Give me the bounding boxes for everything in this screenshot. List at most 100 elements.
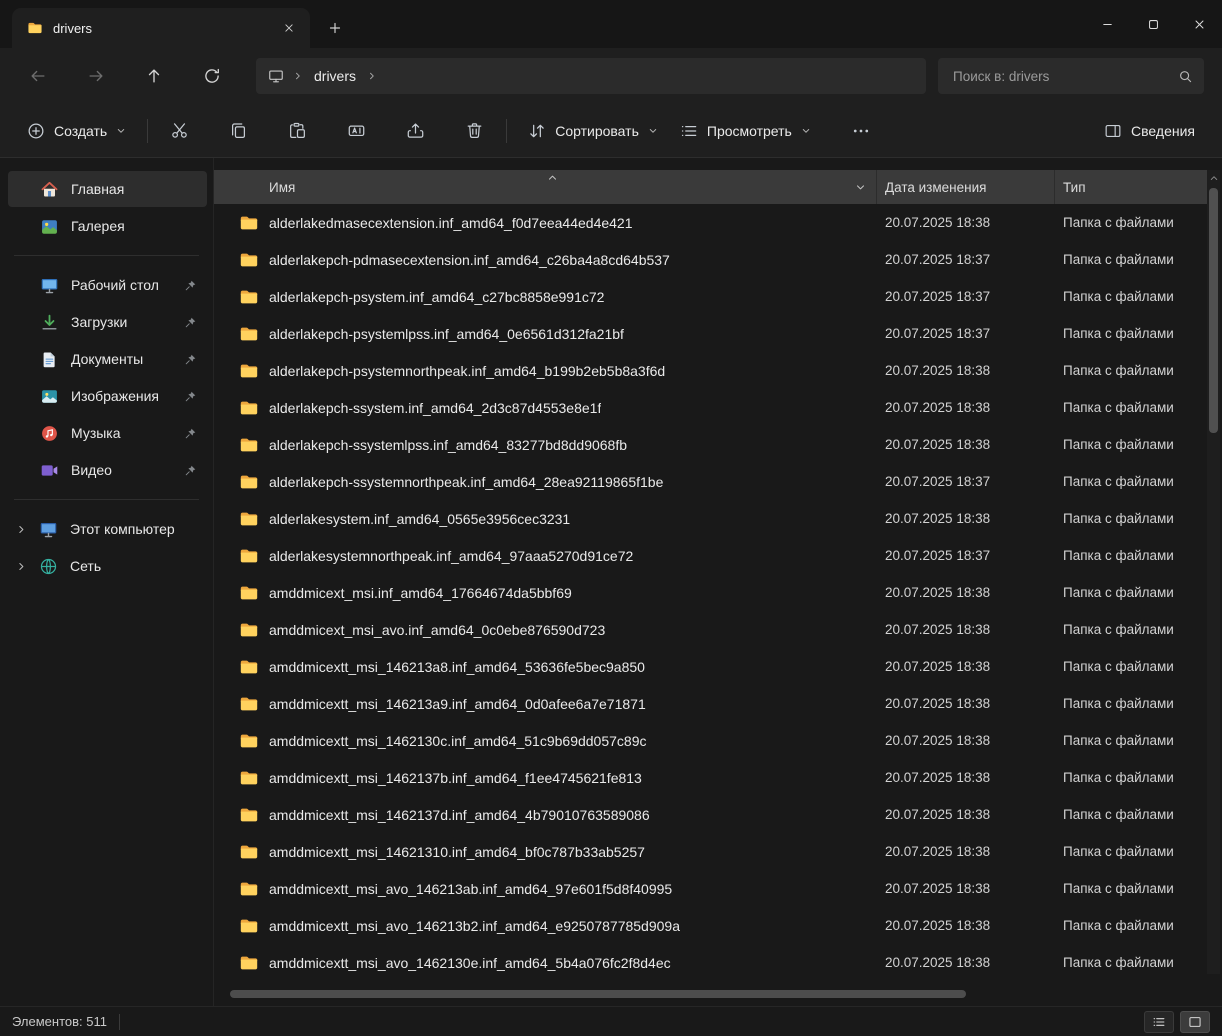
file-row[interactable]: alderlakesystemnorthpeak.inf_amd64_97aaa…: [214, 537, 1222, 574]
folder-icon: [239, 731, 259, 751]
paste-icon: [288, 121, 307, 140]
column-header-date[interactable]: Дата изменения: [877, 170, 1055, 204]
file-row[interactable]: amddmicext_msi.inf_amd64_17664674da5bbf6…: [214, 574, 1222, 611]
file-row[interactable]: alderlakepch-pdmasecextension.inf_amd64_…: [214, 241, 1222, 278]
chevron-right-icon[interactable]: [16, 524, 27, 535]
titlebar: drivers: [0, 0, 1222, 48]
close-button[interactable]: [1176, 0, 1222, 48]
breadcrumb-item-drivers[interactable]: drivers: [312, 66, 358, 86]
file-row[interactable]: amddmicextt_msi_146213a9.inf_amd64_0d0af…: [214, 685, 1222, 722]
vertical-scrollbar[interactable]: [1207, 170, 1220, 974]
file-row[interactable]: amddmicextt_msi_avo_1462130e.inf_amd64_5…: [214, 944, 1222, 981]
details-view-button[interactable]: [1144, 1010, 1174, 1033]
chevron-right-icon[interactable]: [16, 561, 27, 572]
video-icon: [40, 461, 59, 480]
sort-button[interactable]: Сортировать: [517, 113, 669, 149]
file-date: 20.07.2025 18:38: [885, 400, 991, 415]
horizontal-scrollbar[interactable]: [230, 990, 1086, 998]
file-row[interactable]: amddmicextt_msi_avo_146213b2.inf_amd64_e…: [214, 907, 1222, 944]
breadcrumb[interactable]: drivers: [256, 58, 926, 94]
minimize-button[interactable]: [1084, 0, 1130, 48]
sidebar-item-desktop[interactable]: Рабочий стол: [8, 267, 207, 303]
search-box[interactable]: [938, 58, 1204, 94]
large-icons-view-button[interactable]: [1180, 1010, 1210, 1033]
this-pc-icon: [39, 520, 58, 539]
scroll-up-arrow-icon[interactable]: [1209, 173, 1219, 183]
chevron-right-icon[interactable]: [293, 71, 303, 81]
tab-drivers[interactable]: drivers: [12, 8, 310, 48]
column-label-date: Дата изменения: [885, 179, 987, 195]
tab-title: drivers: [53, 20, 93, 36]
search-icon[interactable]: [1178, 69, 1193, 84]
file-row[interactable]: alderlakepch-ssystem.inf_amd64_2d3c87d45…: [214, 389, 1222, 426]
file-row[interactable]: amddmicextt_msi_14621310.inf_amd64_bf0c7…: [214, 833, 1222, 870]
file-row[interactable]: alderlakepch-ssystemnorthpeak.inf_amd64_…: [214, 463, 1222, 500]
up-icon: [145, 67, 163, 85]
column-label-type: Тип: [1063, 179, 1086, 195]
more-options-button[interactable]: [840, 113, 882, 149]
refresh-button[interactable]: [194, 58, 230, 94]
column-header-name[interactable]: Имя: [214, 170, 877, 204]
new-tab-button[interactable]: [320, 13, 350, 43]
rename-button[interactable]: [335, 113, 378, 149]
file-row[interactable]: amddmicextt_msi_avo_146213ab.inf_amd64_9…: [214, 870, 1222, 907]
file-row[interactable]: amddmicext_msi_avo.inf_amd64_0c0ebe87659…: [214, 611, 1222, 648]
file-date: 20.07.2025 18:38: [885, 733, 991, 748]
maximize-button[interactable]: [1130, 0, 1176, 48]
cut-button[interactable]: [158, 113, 201, 149]
paste-button[interactable]: [276, 113, 319, 149]
forward-button[interactable]: [78, 58, 114, 94]
toolbar-separator: [506, 118, 508, 143]
sidebar-item-videos[interactable]: Видео: [8, 452, 207, 488]
file-type: Папка с файлами: [1063, 548, 1174, 563]
file-type: Папка с файлами: [1063, 696, 1174, 711]
sidebar-item-label: Документы: [71, 351, 144, 367]
share-button[interactable]: [394, 113, 437, 149]
sidebar-item-music[interactable]: Музыка: [8, 415, 207, 451]
sidebar-item-network[interactable]: Сеть: [8, 548, 207, 584]
file-row[interactable]: amddmicextt_msi_1462137d.inf_amd64_4b790…: [214, 796, 1222, 833]
file-row[interactable]: alderlakepch-psystemnorthpeak.inf_amd64_…: [214, 352, 1222, 389]
sort-icon: [528, 122, 546, 140]
file-row[interactable]: amddmicextt_msi_146213a8.inf_amd64_53636…: [214, 648, 1222, 685]
copy-button[interactable]: [217, 113, 260, 149]
file-row[interactable]: amddmicextt_msi_1462130c.inf_amd64_51c9b…: [214, 722, 1222, 759]
sidebar-item-this-pc[interactable]: Этот компьютер: [8, 511, 207, 547]
file-name: alderlakesystem.inf_amd64_0565e3956cec32…: [269, 510, 571, 527]
file-row[interactable]: alderlakepch-psystem.inf_amd64_c27bc8858…: [214, 278, 1222, 315]
delete-button[interactable]: [453, 113, 496, 149]
file-type: Папка с файлами: [1063, 622, 1174, 637]
column-header-type[interactable]: Тип: [1055, 170, 1207, 204]
tab-close-button[interactable]: [276, 15, 302, 41]
file-date: 20.07.2025 18:38: [885, 215, 991, 230]
details-pane-button[interactable]: Сведения: [1093, 113, 1206, 149]
folder-icon: [239, 361, 259, 381]
sidebar-item-downloads[interactable]: Загрузки: [8, 304, 207, 340]
file-row[interactable]: alderlakedmasecextension.inf_amd64_f0d7e…: [214, 204, 1222, 241]
sort-ascending-icon: [547, 172, 558, 183]
folder-icon: [239, 583, 259, 603]
sidebar-item-documents[interactable]: Документы: [8, 341, 207, 377]
folder-icon: [239, 916, 259, 936]
sort-button-label: Сортировать: [555, 122, 639, 139]
close-icon: [284, 23, 294, 33]
back-button[interactable]: [20, 58, 56, 94]
sidebar-item-gallery[interactable]: Галерея: [8, 208, 207, 244]
vertical-scrollbar-thumb[interactable]: [1209, 188, 1218, 433]
file-name: alderlakepch-psystemnorthpeak.inf_amd64_…: [269, 362, 666, 379]
column-filter-icon[interactable]: [855, 182, 866, 193]
sidebar-item-home[interactable]: Главная: [8, 171, 207, 207]
chevron-right-icon[interactable]: [367, 71, 377, 81]
view-button[interactable]: Просмотреть: [669, 113, 822, 149]
file-row[interactable]: amddmicextt_msi_1462137b.inf_amd64_f1ee4…: [214, 759, 1222, 796]
file-type: Папка с файлами: [1063, 881, 1174, 896]
file-row[interactable]: alderlakesystem.inf_amd64_0565e3956cec32…: [214, 500, 1222, 537]
search-input[interactable]: [951, 67, 1178, 85]
up-button[interactable]: [136, 58, 172, 94]
new-button[interactable]: Создать: [16, 113, 137, 149]
sidebar-item-pictures[interactable]: Изображения: [8, 378, 207, 414]
file-row[interactable]: alderlakepch-ssystemlpss.inf_amd64_83277…: [214, 426, 1222, 463]
horizontal-scrollbar-thumb[interactable]: [230, 990, 967, 998]
gallery-icon: [40, 217, 59, 236]
file-row[interactable]: alderlakepch-psystemlpss.inf_amd64_0e656…: [214, 315, 1222, 352]
